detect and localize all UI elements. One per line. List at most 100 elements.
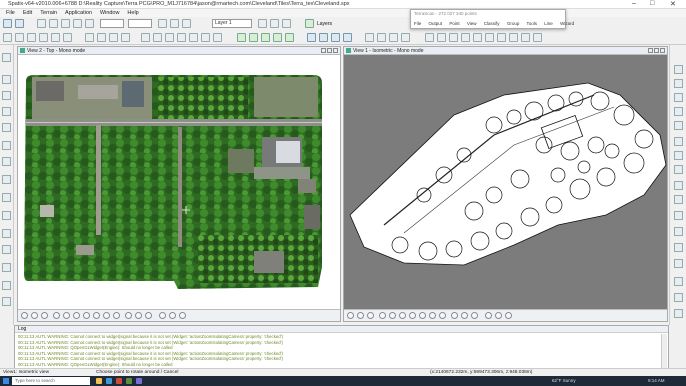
snap-icon[interactable]	[365, 33, 374, 42]
right-tool-3-icon[interactable]	[674, 93, 683, 102]
circle-tool-icon[interactable]	[121, 33, 130, 42]
copy-icon[interactable]	[51, 33, 60, 42]
mesh-icon[interactable]	[461, 33, 470, 42]
right-tool-11-icon[interactable]	[674, 211, 683, 220]
menu-edit[interactable]: Edit	[23, 9, 32, 17]
level-icon[interactable]	[182, 19, 191, 28]
classify-icon[interactable]	[237, 33, 246, 42]
fit-view-icon[interactable]	[409, 312, 416, 319]
line-weight-combo[interactable]	[128, 19, 152, 28]
view-next-icon[interactable]	[451, 312, 458, 319]
view-previous-icon[interactable]	[113, 312, 120, 319]
right-tool-8-icon[interactable]	[674, 165, 683, 174]
log-lines[interactable]: 00:11:13 AUTL WARNING: Cannot connect to…	[18, 334, 658, 368]
view-attributes-icon[interactable]	[357, 312, 364, 319]
tool-a-icon[interactable]	[2, 53, 11, 62]
pick-point-icon[interactable]	[319, 33, 328, 42]
menu-terrain[interactable]: Terrain	[40, 9, 57, 17]
view-settings-icon[interactable]	[21, 312, 28, 319]
building-icon[interactable]	[273, 33, 282, 42]
right-tool-4-icon[interactable]	[674, 107, 683, 116]
taskbar-search-input[interactable]: Type here to search	[12, 377, 90, 385]
camera-icon[interactable]	[509, 33, 518, 42]
line-tool-icon[interactable]	[85, 33, 94, 42]
save-file-icon[interactable]	[49, 19, 58, 28]
fillet-icon[interactable]	[201, 33, 210, 42]
view-copy-icon[interactable]	[179, 312, 186, 319]
browser-icon[interactable]	[106, 378, 112, 384]
right-tool-16-icon[interactable]	[674, 293, 683, 302]
tool-g-icon[interactable]	[2, 157, 11, 166]
pan-view-icon[interactable]	[103, 312, 110, 319]
tool-k-icon[interactable]	[2, 229, 11, 238]
rotate-view-icon[interactable]	[419, 312, 426, 319]
texture-icon[interactable]	[473, 33, 482, 42]
weather-indicator[interactable]: 62°F Sunny	[552, 377, 576, 385]
camera-view-icon[interactable]	[145, 312, 152, 319]
tool-d-icon[interactable]	[2, 107, 11, 116]
right-tool-13-icon[interactable]	[674, 243, 683, 252]
zoom-in-icon[interactable]	[53, 312, 60, 319]
terrascan-menu-tools[interactable]: Tools	[527, 21, 538, 26]
clock[interactable]: 9:14 AM	[648, 377, 665, 385]
layers-icon[interactable]	[305, 19, 314, 28]
redo-view-icon[interactable]	[169, 312, 176, 319]
tool-b-icon[interactable]	[2, 75, 11, 84]
minimize-button[interactable]: –	[632, 0, 636, 7]
vegetation-icon[interactable]	[261, 33, 270, 42]
tool-c-icon[interactable]	[2, 91, 11, 100]
layer-view-icon[interactable]	[282, 19, 291, 28]
render-icon[interactable]	[485, 33, 494, 42]
extend-icon[interactable]	[189, 33, 198, 42]
right-tool-1-icon[interactable]	[674, 65, 683, 74]
fit-view-icon[interactable]	[83, 312, 90, 319]
app-icon[interactable]	[116, 378, 122, 384]
tool-i-icon[interactable]	[2, 193, 11, 202]
tool-o-icon[interactable]	[2, 297, 11, 306]
tree-icon[interactable]	[285, 33, 294, 42]
tool-h-icon[interactable]	[2, 175, 11, 184]
window-area-icon[interactable]	[399, 312, 406, 319]
axis-lock-icon[interactable]	[389, 33, 398, 42]
view-next-icon[interactable]	[125, 312, 132, 319]
zoom-out-icon[interactable]	[389, 312, 396, 319]
window-area-icon[interactable]	[73, 312, 80, 319]
trim-icon[interactable]	[177, 33, 186, 42]
close-button[interactable]: ✕	[670, 0, 676, 8]
spatix-app-icon[interactable]	[126, 378, 132, 384]
layers-label[interactable]: Layers	[317, 21, 332, 27]
view-2-viewport[interactable]	[18, 55, 340, 309]
view-settings-icon[interactable]	[347, 312, 354, 319]
clip-volume-icon[interactable]	[461, 312, 468, 319]
tool-l-icon[interactable]	[2, 245, 11, 254]
right-tool-12-icon[interactable]	[674, 227, 683, 236]
grid-icon[interactable]	[377, 33, 386, 42]
terrascan-menu-classify[interactable]: Classify	[484, 21, 500, 26]
redo-icon[interactable]	[85, 19, 94, 28]
select-icon[interactable]	[3, 33, 12, 42]
log-scrollbar[interactable]	[661, 334, 667, 368]
contour-icon[interactable]	[437, 33, 446, 42]
fill-icon[interactable]	[170, 19, 179, 28]
right-tool-14-icon[interactable]	[674, 259, 683, 268]
print-icon[interactable]	[61, 19, 70, 28]
mirror-icon[interactable]	[63, 33, 72, 42]
folder-icon[interactable]	[37, 19, 46, 28]
tool-m-icon[interactable]	[2, 263, 11, 272]
file-explorer-icon[interactable]	[96, 378, 102, 384]
undo-icon[interactable]	[73, 19, 82, 28]
move-icon[interactable]	[15, 33, 24, 42]
tool-j-icon[interactable]	[2, 211, 11, 220]
tool-f-icon[interactable]	[2, 141, 11, 150]
polyline-tool-icon[interactable]	[97, 33, 106, 42]
terrascan-menu-line[interactable]: Line	[544, 21, 553, 26]
redo-view-icon[interactable]	[495, 312, 502, 319]
flythrough-icon[interactable]	[521, 33, 530, 42]
light-icon[interactable]	[497, 33, 506, 42]
view-previous-icon[interactable]	[439, 312, 446, 319]
terrascan-menu-view[interactable]: View	[467, 21, 477, 26]
terrascan-menu-group[interactable]: Group	[507, 21, 520, 26]
tin-icon[interactable]	[449, 33, 458, 42]
tool-e-icon[interactable]	[2, 123, 11, 132]
line-style-combo[interactable]	[100, 19, 124, 28]
